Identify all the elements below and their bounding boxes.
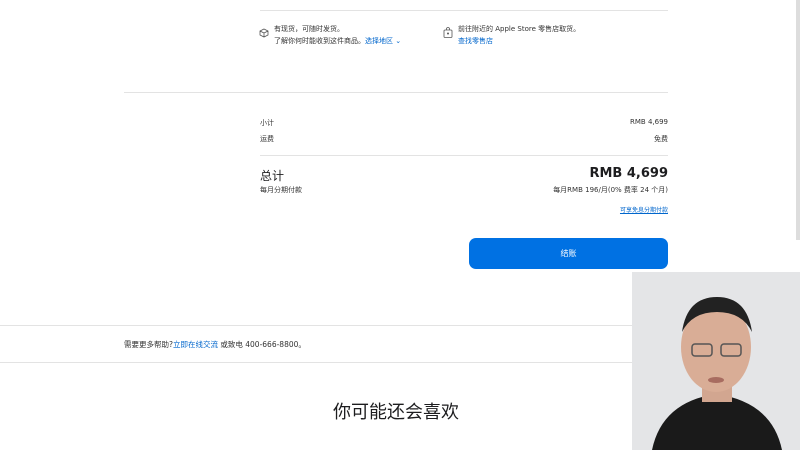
subtotal-value: RMB 4,699	[630, 118, 668, 126]
chevron-down-icon: ⌄	[393, 37, 402, 45]
delivery-info: 了解你何时能收到这件商品。	[274, 37, 365, 45]
installment-value: 每月RMB 196/月(0% 费率 24 个月)	[553, 186, 668, 194]
installment-link[interactable]: 可享免息分期付款	[620, 205, 668, 214]
choose-region-link[interactable]: 选择地区	[365, 37, 393, 45]
subtotal-label: 小计	[260, 119, 274, 127]
scrollbar[interactable]	[796, 0, 800, 240]
divider	[260, 155, 668, 156]
chat-link[interactable]: 立即在线交流	[173, 340, 218, 349]
divider	[124, 92, 668, 93]
divider	[0, 325, 632, 326]
installment-label: 每月分期付款	[260, 186, 302, 194]
help-prefix: 需要更多帮助?	[124, 340, 173, 349]
store-bag-icon	[443, 23, 453, 38]
box-icon	[259, 23, 269, 38]
total-label: 总计	[260, 169, 285, 183]
presenter-video	[632, 272, 800, 450]
checkout-button[interactable]: 结账	[469, 238, 668, 269]
stock-status: 有现货，可随时发货。	[274, 25, 344, 33]
help-phone: 或致电 400-666-8800。	[220, 340, 306, 349]
webcam-overlay	[632, 272, 800, 450]
pickup-info: 前往附近的 Apple Store 零售店取货。	[458, 25, 581, 33]
divider	[0, 362, 632, 363]
shipping-value: 免费	[654, 135, 668, 143]
shipping-label: 运费	[260, 135, 274, 143]
total-value: RMB 4,699	[589, 166, 668, 181]
find-store-link[interactable]: 查找零售店	[458, 36, 493, 46]
divider	[260, 10, 668, 11]
